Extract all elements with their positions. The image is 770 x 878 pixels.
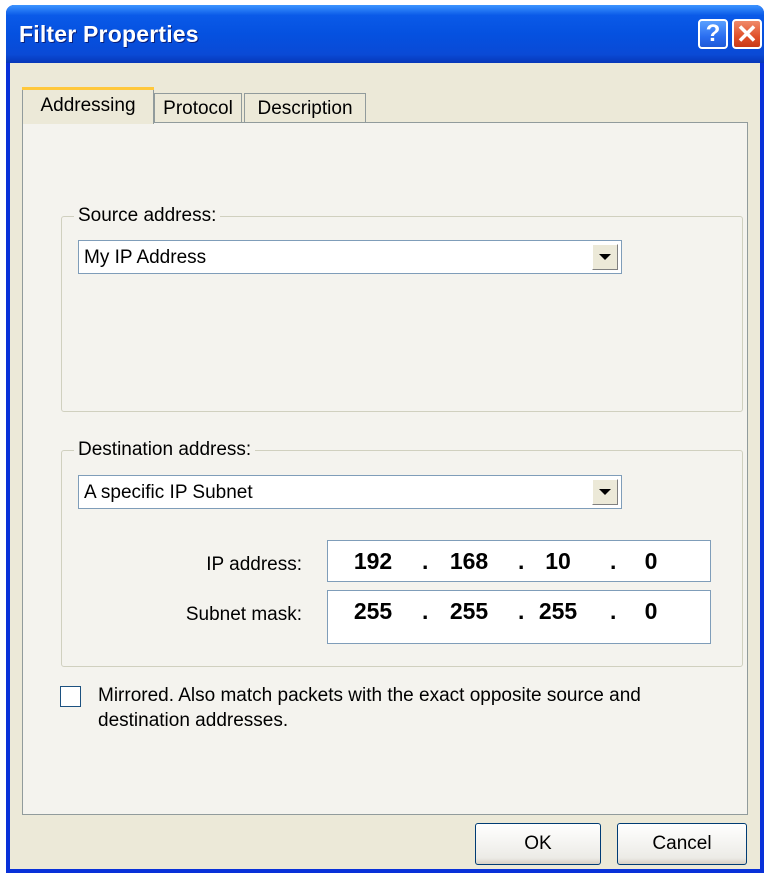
destination-address-value: A specific IP Subnet (84, 482, 253, 503)
close-icon: ✕ (736, 18, 758, 49)
ip-separator: . (422, 548, 429, 574)
ok-button-label: OK (524, 833, 552, 854)
ip-address-field[interactable]: 192 . 168 . 10 . 0 (327, 540, 711, 582)
tab-description-label: Description (257, 97, 353, 119)
title-bar[interactable]: Filter Properties ? ✕ (6, 5, 764, 63)
ok-button[interactable]: OK (475, 823, 601, 865)
mask-octet-2[interactable]: 255 (434, 598, 504, 625)
mask-octet-1[interactable]: 255 (338, 598, 408, 625)
ip-address-label: IP address: (206, 554, 302, 575)
mask-separator: . (422, 598, 429, 624)
chevron-down-icon[interactable] (592, 479, 618, 505)
tab-protocol[interactable]: Protocol (154, 93, 242, 123)
destination-address-dropdown[interactable]: A specific IP Subnet (78, 475, 622, 509)
close-button[interactable]: ✕ (732, 19, 762, 49)
cancel-button-label: Cancel (652, 833, 712, 854)
help-button[interactable]: ? (698, 19, 728, 49)
source-address-dropdown[interactable]: My IP Address (78, 240, 622, 274)
tab-protocol-label: Protocol (163, 97, 233, 119)
mask-octet-3[interactable]: 255 (523, 598, 593, 625)
tab-addressing-label: Addressing (40, 95, 136, 116)
ip-octet-4[interactable]: 0 (616, 548, 686, 575)
ip-octet-3[interactable]: 10 (523, 548, 593, 575)
tab-panel-addressing: Source address: My IP Address Destinatio… (22, 122, 748, 815)
source-address-group: Source address: My IP Address (61, 205, 743, 412)
tab-description[interactable]: Description (244, 93, 366, 123)
mirrored-label[interactable]: Mirrored. Also match packets with the ex… (98, 683, 718, 733)
chevron-down-icon[interactable] (592, 244, 618, 270)
destination-address-group: Destination address: A specific IP Subne… (61, 439, 743, 667)
ip-octet-2[interactable]: 168 (434, 548, 504, 575)
window-title: Filter Properties (19, 21, 199, 47)
source-address-value: My IP Address (84, 247, 207, 268)
mirrored-checkbox[interactable] (60, 686, 81, 707)
tab-addressing[interactable]: Addressing (22, 87, 154, 124)
cancel-button[interactable]: Cancel (617, 823, 747, 865)
destination-address-label: Destination address: (74, 439, 256, 461)
dialog-client: Addressing Protocol Description Source a… (10, 63, 760, 869)
mask-octet-4[interactable]: 0 (616, 598, 686, 625)
subnet-mask-field[interactable]: 255 . 255 . 255 . 0 (327, 590, 711, 644)
dialog-window: Filter Properties ? ✕ Addressing Protoco… (6, 5, 764, 873)
help-icon: ? (705, 20, 721, 47)
source-address-label: Source address: (74, 205, 221, 227)
subnet-mask-label: Subnet mask: (185, 604, 302, 625)
ip-octet-1[interactable]: 192 (338, 548, 408, 575)
